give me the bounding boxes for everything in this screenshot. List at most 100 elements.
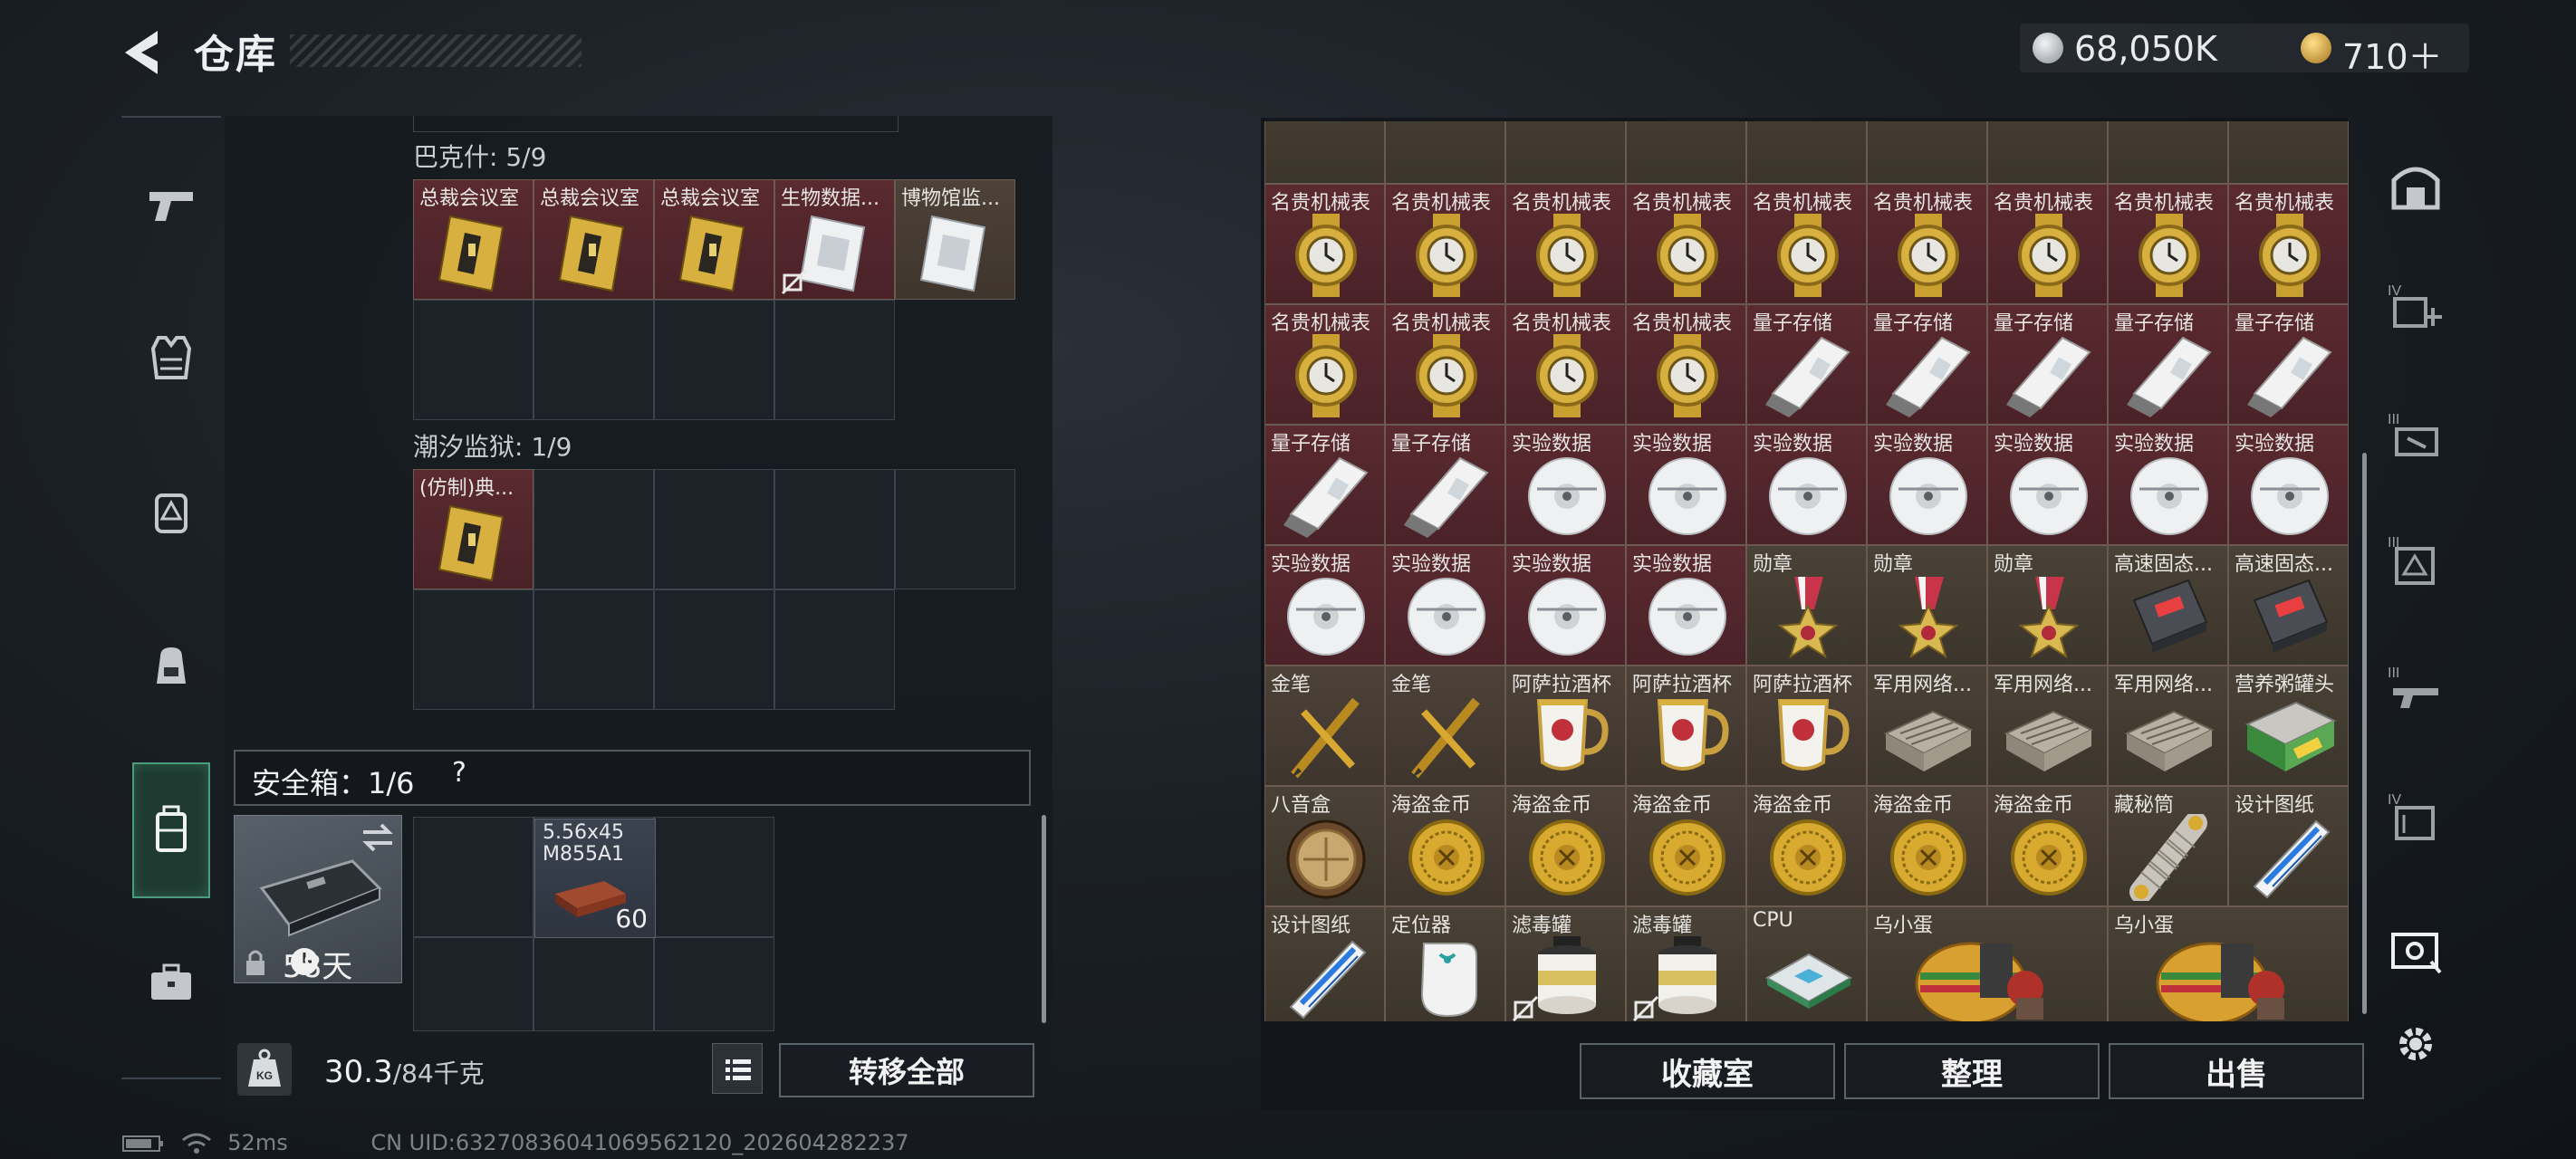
grid-slot[interactable] bbox=[654, 589, 774, 710]
stash-item[interactable]: 军用网络... bbox=[1867, 666, 1987, 786]
stash-item[interactable]: 名贵机械表 bbox=[1385, 184, 1505, 304]
stash-item[interactable]: 军用网络... bbox=[1987, 666, 2108, 786]
stash-item[interactable]: 滤毒罐 bbox=[1626, 906, 1746, 1021]
grid-slot[interactable] bbox=[533, 589, 654, 710]
stash-item-partial[interactable] bbox=[2108, 121, 2228, 184]
stash-item[interactable]: 滤毒罐 bbox=[1505, 906, 1626, 1021]
stash-item[interactable]: 勋章 bbox=[1746, 545, 1867, 666]
stash-item[interactable]: 实验数据 bbox=[1385, 545, 1505, 666]
organize-button[interactable]: 整理 bbox=[1844, 1043, 2100, 1099]
stash-item[interactable]: 实验数据 bbox=[1505, 425, 1626, 545]
stash-item[interactable]: 实验数据 bbox=[1626, 545, 1746, 666]
stash-item[interactable]: 实验数据 bbox=[1626, 425, 1746, 545]
stash-item[interactable]: 海盗金币 bbox=[1987, 786, 2108, 906]
stash-item[interactable]: 量子存储 bbox=[1987, 304, 2108, 425]
grid-slot[interactable] bbox=[413, 589, 533, 710]
stash-item[interactable]: 海盗金币 bbox=[1746, 786, 1867, 906]
grid-slot[interactable] bbox=[413, 300, 533, 420]
stash-item[interactable]: 名贵机械表 bbox=[1626, 184, 1746, 304]
stash-page-5[interactable]: IV bbox=[2386, 777, 2446, 858]
safebox-slot[interactable] bbox=[533, 937, 654, 1031]
container-item[interactable]: 总裁会议室 bbox=[654, 179, 774, 300]
stash-item[interactable]: 八音盒 bbox=[1264, 786, 1385, 906]
stash-item[interactable]: 高速固态... bbox=[2108, 545, 2228, 666]
stash-item[interactable]: 名贵机械表 bbox=[2228, 184, 2349, 304]
stash-item[interactable]: 勋章 bbox=[1867, 545, 1987, 666]
stash-item[interactable]: 海盗金币 bbox=[1867, 786, 1987, 906]
stash-item[interactable]: 量子存储 bbox=[2228, 304, 2349, 425]
grid-slot[interactable] bbox=[774, 469, 895, 589]
stash-item[interactable]: 量子存储 bbox=[2108, 304, 2228, 425]
safebox-slot[interactable] bbox=[413, 937, 533, 1031]
stash-page-3[interactable]: III bbox=[2386, 520, 2446, 601]
stash-item[interactable]: 名贵机械表 bbox=[1626, 304, 1746, 425]
stash-item[interactable]: 设计图纸 bbox=[1264, 906, 1385, 1021]
stash-item[interactable]: 实验数据 bbox=[1746, 425, 1867, 545]
container-item[interactable]: 博物馆监... bbox=[895, 179, 1015, 300]
stash-item[interactable]: 量子存储 bbox=[1264, 425, 1385, 545]
ammo-item[interactable]: 5.56x45 M855A1 60 bbox=[534, 819, 656, 938]
stash-item[interactable]: 名贵机械表 bbox=[1264, 184, 1385, 304]
stash-item[interactable]: 名贵机械表 bbox=[1867, 184, 1987, 304]
grid-slot[interactable] bbox=[895, 469, 1015, 589]
container-item[interactable]: 生物数据... bbox=[774, 179, 895, 300]
grid-slot[interactable] bbox=[654, 469, 774, 589]
stash-item[interactable]: 海盗金币 bbox=[1505, 786, 1626, 906]
stash-item[interactable]: 金笔 bbox=[1264, 666, 1385, 786]
stash-item[interactable]: 勋章 bbox=[1987, 545, 2108, 666]
stash-item-partial[interactable] bbox=[1385, 121, 1505, 184]
grid-slot[interactable] bbox=[774, 300, 895, 420]
stash-item[interactable]: 乌小蛋 bbox=[2108, 906, 2349, 1021]
stash-item[interactable]: 量子存储 bbox=[1746, 304, 1867, 425]
grid-slot[interactable] bbox=[654, 300, 774, 420]
stash-item[interactable]: 阿萨拉酒杯 bbox=[1626, 666, 1746, 786]
sidebar-item-secure-container[interactable] bbox=[132, 762, 210, 898]
container-item[interactable]: 总裁会议室 bbox=[413, 179, 533, 300]
sidebar-item-chest-rig[interactable] bbox=[132, 444, 210, 580]
stash-item[interactable]: 实验数据 bbox=[1505, 545, 1626, 666]
grid-slot[interactable] bbox=[533, 469, 654, 589]
stash-item[interactable]: 海盗金币 bbox=[1385, 786, 1505, 906]
stash-item-partial[interactable] bbox=[1746, 121, 1867, 184]
stash-item[interactable]: 高速固态... bbox=[2228, 545, 2349, 666]
stash-item[interactable]: 实验数据 bbox=[1987, 425, 2108, 545]
stash-item-partial[interactable] bbox=[1264, 121, 1385, 184]
stash-item[interactable]: 量子存储 bbox=[1867, 304, 1987, 425]
stash-item[interactable]: 实验数据 bbox=[2108, 425, 2228, 545]
stash-item[interactable]: 军用网络... bbox=[2108, 666, 2228, 786]
stash-item[interactable]: 营养粥罐头 bbox=[2228, 666, 2349, 786]
settings-button[interactable] bbox=[2386, 1003, 2446, 1085]
sidebar-item-case[interactable] bbox=[132, 915, 210, 1050]
sidebar-item-weapon[interactable] bbox=[132, 136, 210, 272]
container-item[interactable]: (仿制)典... bbox=[413, 469, 533, 589]
stash-item[interactable]: 乌小蛋 bbox=[1867, 906, 2108, 1021]
stash-item[interactable]: 阿萨拉酒杯 bbox=[1746, 666, 1867, 786]
sidebar-item-vest[interactable] bbox=[132, 290, 210, 426]
stash-item-partial[interactable] bbox=[2228, 121, 2349, 184]
safebox-help-button[interactable]: ? bbox=[444, 757, 475, 793]
stash-item-partial[interactable] bbox=[1626, 121, 1746, 184]
stash-item[interactable]: 名贵机械表 bbox=[1385, 304, 1505, 425]
sell-button[interactable]: 出售 bbox=[2109, 1043, 2364, 1099]
stash-item-partial[interactable] bbox=[1987, 121, 2108, 184]
stash-page-1[interactable]: IV bbox=[2386, 266, 2446, 348]
stash-item[interactable]: 金笔 bbox=[1385, 666, 1505, 786]
grid-slot[interactable] bbox=[774, 589, 895, 710]
sidebar-item-backpack[interactable] bbox=[132, 598, 210, 733]
stash-page-6-active[interactable] bbox=[2386, 909, 2446, 991]
safebox-slot[interactable] bbox=[654, 817, 774, 937]
stash-item-partial[interactable] bbox=[1505, 121, 1626, 184]
stash-item[interactable]: 量子存储 bbox=[1385, 425, 1505, 545]
swap-icon[interactable] bbox=[360, 821, 396, 854]
container-item[interactable]: 总裁会议室 bbox=[533, 179, 654, 300]
stash-page-main[interactable] bbox=[2386, 145, 2446, 226]
stash-item[interactable]: 实验数据 bbox=[2228, 425, 2349, 545]
grid-slot[interactable] bbox=[533, 300, 654, 420]
stash-item[interactable]: 实验数据 bbox=[1264, 545, 1385, 666]
back-button[interactable] bbox=[118, 25, 168, 80]
stash-item[interactable]: 海盗金币 bbox=[1626, 786, 1746, 906]
stash-item[interactable]: 阿萨拉酒杯 bbox=[1505, 666, 1626, 786]
stash-item-partial[interactable] bbox=[1867, 121, 1987, 184]
safebox-slot[interactable] bbox=[654, 937, 774, 1031]
stash-item[interactable]: 名贵机械表 bbox=[1746, 184, 1867, 304]
